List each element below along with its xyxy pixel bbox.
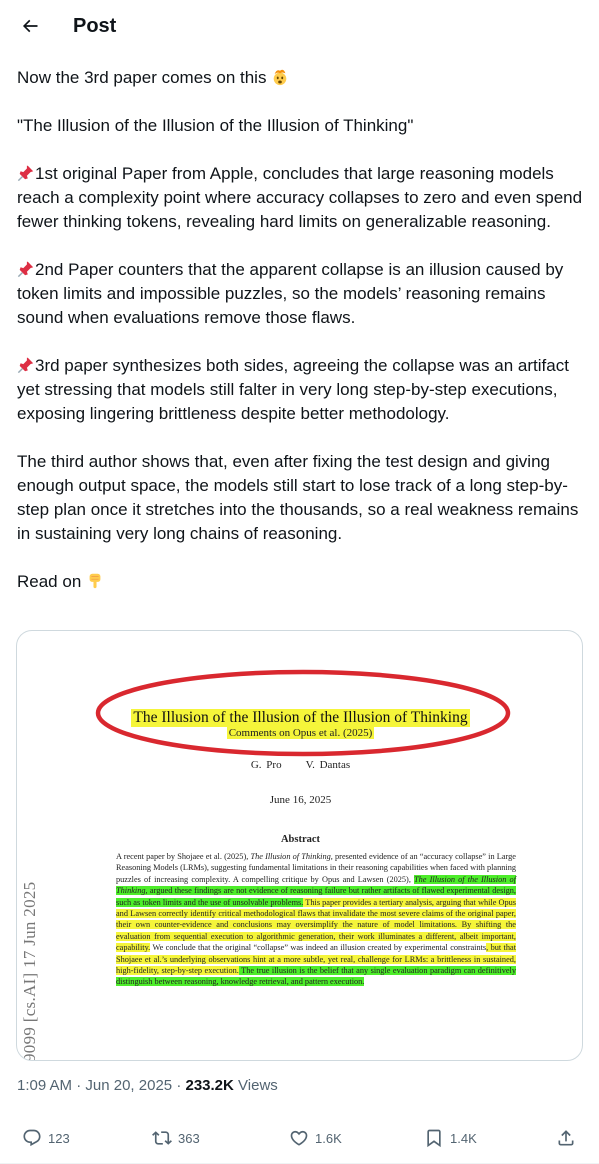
page-title: Post (73, 15, 117, 37)
paper-author: V. Dantas (305, 759, 351, 771)
heart-icon (290, 1130, 308, 1146)
red-circle-annotation (95, 669, 511, 757)
paper-author: G. Pro (250, 759, 282, 771)
abstract-body: A recent paper by Shojaee et al. (2025),… (116, 851, 516, 988)
views-count: 233.2K (185, 1077, 234, 1094)
arrow-left-icon (22, 19, 38, 33)
like-button[interactable]: 1.6K (289, 1128, 342, 1148)
pushpin-emoji (17, 165, 34, 182)
post-date[interactable]: Jun 20, 2025 (85, 1077, 172, 1094)
pushpin-emoji (17, 357, 34, 374)
reply-button[interactable]: 123 (22, 1128, 70, 1148)
views-label: Views (238, 1077, 278, 1094)
post-time[interactable]: 1:09 AM (17, 1077, 72, 1094)
tweet-paragraph: 3rd paper synthesizes both sides, agreei… (17, 356, 569, 423)
paper-date: June 16, 2025 (269, 794, 332, 806)
bookmark-button[interactable]: 1.4K (424, 1128, 477, 1148)
media-card[interactable]: 9099 [cs.AI] 17 Jun 2025 The Illusion of… (16, 630, 583, 1061)
tweet-paragraph: The third author shows that, even after … (17, 452, 579, 543)
exploding-head-emoji (273, 69, 287, 86)
paper-authors: G. Pro V. Dantas (17, 759, 582, 771)
reply-icon (23, 1129, 41, 1147)
like-count: 1.6K (315, 1130, 342, 1146)
share-button[interactable] (556, 1128, 582, 1148)
tweet-paragraph: Now the 3rd paper comes on this (17, 66, 585, 90)
top-bar: Post (0, 0, 599, 53)
tweet-paragraph: 1st original Paper from Apple, concludes… (17, 164, 583, 231)
abstract-heading: Abstract (280, 834, 321, 845)
tweet-paragraph: 2nd Paper counters that the apparent col… (17, 260, 564, 327)
repost-icon (152, 1131, 172, 1145)
share-icon (558, 1130, 574, 1146)
bookmark-icon (427, 1129, 441, 1148)
abstract-segment: The Illusion of Thinking (250, 852, 331, 861)
tweet-paragraph: Read on (17, 570, 585, 594)
abstract-segment: A recent paper by Shojaee et al. (2025), (116, 852, 251, 861)
repost-button[interactable]: 363 (152, 1128, 200, 1148)
abstract-segment: We conclude that the original “collapse”… (150, 943, 487, 953)
reply-count: 123 (48, 1130, 70, 1146)
paper-image: 9099 [cs.AI] 17 Jun 2025 The Illusion of… (17, 631, 582, 1061)
repost-count: 363 (178, 1130, 200, 1146)
back-button[interactable] (16, 12, 44, 40)
tweet-text: Now the 3rd paper comes on this "The Ill… (17, 66, 585, 594)
post-meta: 1:09 AM · Jun 20, 2025 · 233.2K Views (17, 1077, 278, 1094)
bookmark-count: 1.4K (450, 1130, 477, 1146)
backhand-index-pointing-down-emoji (89, 573, 101, 589)
arxiv-stamp: 9099 [cs.AI] 17 Jun 2025 (20, 881, 39, 1061)
tweet-paragraph: "The Illusion of the Illusion of the Ill… (17, 116, 414, 135)
action-bar: 123 363 1.6K 1.4K (0, 1120, 599, 1156)
pushpin-emoji (17, 261, 34, 278)
